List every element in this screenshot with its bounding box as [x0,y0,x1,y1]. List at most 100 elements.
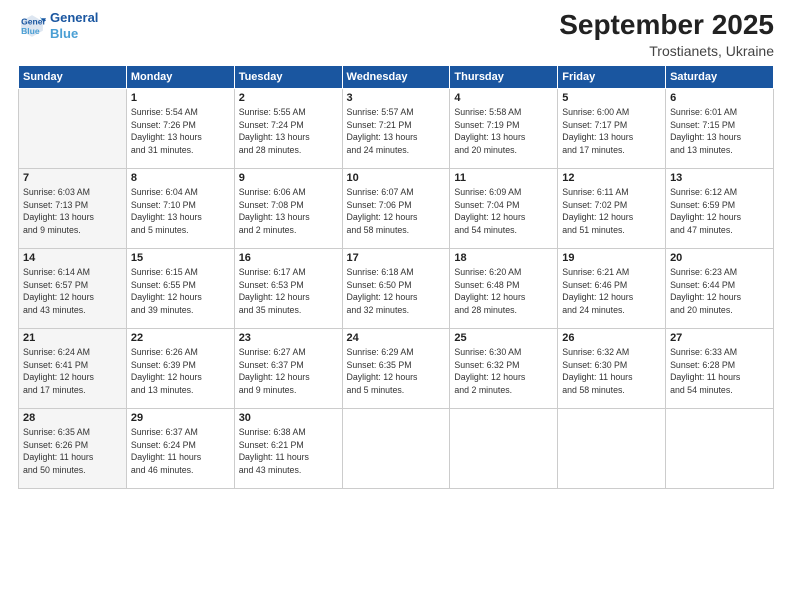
logo: General Blue General Blue [18,10,98,41]
calendar-day-cell: 29 Sunrise: 6:37 AM Sunset: 6:24 PM Dayli… [126,408,234,488]
day-number: 26 [562,332,661,344]
day-info: Sunrise: 6:18 AM Sunset: 6:50 PM Dayligh… [347,266,446,317]
day-number: 28 [23,412,122,424]
day-number: 20 [670,252,769,264]
calendar-day-cell: 5 Sunrise: 6:00 AM Sunset: 7:17 PM Daylig… [558,88,666,168]
calendar-day-cell: 21Sunrise: 6:24 AM Sunset: 6:41 PM Dayli… [19,328,127,408]
calendar-day-cell: 8 Sunrise: 6:04 AM Sunset: 7:10 PM Daylig… [126,168,234,248]
day-number: 6 [670,92,769,104]
day-number: 7 [23,172,122,184]
day-info: Sunrise: 6:07 AM Sunset: 7:06 PM Dayligh… [347,186,446,237]
calendar-header-cell: Sunday [19,65,127,88]
calendar-day-cell: 23 Sunrise: 6:27 AM Sunset: 6:37 PM Dayli… [234,328,342,408]
day-info: Sunrise: 6:23 AM Sunset: 6:44 PM Dayligh… [670,266,769,317]
calendar-header-cell: Tuesday [234,65,342,88]
day-info: Sunrise: 6:30 AM Sunset: 6:32 PM Dayligh… [454,346,553,397]
calendar-header-cell: Saturday [666,65,774,88]
day-info: Sunrise: 6:33 AM Sunset: 6:28 PM Dayligh… [670,346,769,397]
day-number: 24 [347,332,446,344]
day-info: Sunrise: 6:04 AM Sunset: 7:10 PM Dayligh… [131,186,230,237]
calendar-day-cell [342,408,450,488]
day-number: 11 [454,172,553,184]
calendar-day-cell: 19Sunrise: 6:21 AM Sunset: 6:46 PM Dayli… [558,248,666,328]
calendar-day-cell: 3 Sunrise: 5:57 AM Sunset: 7:21 PM Daylig… [342,88,450,168]
svg-text:General: General [21,16,46,26]
day-number: 17 [347,252,446,264]
day-info: Sunrise: 6:11 AM Sunset: 7:02 PM Dayligh… [562,186,661,237]
calendar-day-cell: 2Sunrise: 5:55 AM Sunset: 7:24 PM Daylig… [234,88,342,168]
calendar-day-cell: 6 Sunrise: 6:01 AM Sunset: 7:15 PM Daylig… [666,88,774,168]
day-info: Sunrise: 6:32 AM Sunset: 6:30 PM Dayligh… [562,346,661,397]
calendar-day-cell: 25 Sunrise: 6:30 AM Sunset: 6:32 PM Dayli… [450,328,558,408]
day-info: Sunrise: 6:27 AM Sunset: 6:37 PM Dayligh… [239,346,338,397]
day-info: Sunrise: 6:17 AM Sunset: 6:53 PM Dayligh… [239,266,338,317]
calendar-day-cell [450,408,558,488]
day-number: 4 [454,92,553,104]
calendar-day-cell: 7 Sunrise: 6:03 AM Sunset: 7:13 PM Daylig… [19,168,127,248]
day-info: Sunrise: 6:00 AM Sunset: 7:17 PM Dayligh… [562,106,661,157]
day-info: Sunrise: 5:58 AM Sunset: 7:19 PM Dayligh… [454,106,553,157]
logo-line2: Blue [50,26,98,42]
day-number: 1 [131,92,230,104]
calendar-day-cell: 24 Sunrise: 6:29 AM Sunset: 6:35 PM Dayli… [342,328,450,408]
day-number: 5 [562,92,661,104]
day-number: 23 [239,332,338,344]
calendar-header-cell: Thursday [450,65,558,88]
day-number: 8 [131,172,230,184]
day-info: Sunrise: 5:55 AM Sunset: 7:24 PM Dayligh… [239,106,338,157]
calendar-day-cell: 17 Sunrise: 6:18 AM Sunset: 6:50 PM Dayli… [342,248,450,328]
calendar-day-cell: 26 Sunrise: 6:32 AM Sunset: 6:30 PM Dayli… [558,328,666,408]
day-info: Sunrise: 6:14 AM Sunset: 6:57 PM Dayligh… [23,266,122,317]
calendar-header-row: SundayMondayTuesdayWednesdayThursdayFrid… [19,65,774,88]
calendar-day-cell: 4 Sunrise: 5:58 AM Sunset: 7:19 PM Daylig… [450,88,558,168]
calendar: SundayMondayTuesdayWednesdayThursdayFrid… [18,65,774,489]
svg-text:Blue: Blue [21,25,40,35]
calendar-day-cell: 28Sunrise: 6:35 AM Sunset: 6:26 PM Dayli… [19,408,127,488]
calendar-day-cell [19,88,127,168]
logo-line1: General [50,10,98,26]
day-info: Sunrise: 6:38 AM Sunset: 6:21 PM Dayligh… [239,426,338,477]
calendar-day-cell: 1Sunrise: 5:54 AM Sunset: 7:26 PM Daylig… [126,88,234,168]
calendar-day-cell [558,408,666,488]
calendar-day-cell: 10 Sunrise: 6:07 AM Sunset: 7:06 PM Dayli… [342,168,450,248]
day-number: 30 [239,412,338,424]
day-number: 18 [454,252,553,264]
day-info: Sunrise: 6:01 AM Sunset: 7:15 PM Dayligh… [670,106,769,157]
calendar-day-cell: 12 Sunrise: 6:11 AM Sunset: 7:02 PM Dayli… [558,168,666,248]
calendar-day-cell: 22Sunrise: 6:26 AM Sunset: 6:39 PM Dayli… [126,328,234,408]
day-number: 13 [670,172,769,184]
calendar-week-row: 28Sunrise: 6:35 AM Sunset: 6:26 PM Dayli… [19,408,774,488]
day-number: 14 [23,252,122,264]
day-number: 21 [23,332,122,344]
day-number: 9 [239,172,338,184]
day-number: 22 [131,332,230,344]
day-number: 16 [239,252,338,264]
calendar-day-cell: 18 Sunrise: 6:20 AM Sunset: 6:48 PM Dayli… [450,248,558,328]
calendar-day-cell: 30 Sunrise: 6:38 AM Sunset: 6:21 PM Dayli… [234,408,342,488]
calendar-week-row: 21Sunrise: 6:24 AM Sunset: 6:41 PM Dayli… [19,328,774,408]
day-number: 12 [562,172,661,184]
day-info: Sunrise: 6:06 AM Sunset: 7:08 PM Dayligh… [239,186,338,237]
day-number: 19 [562,252,661,264]
calendar-day-cell: 11Sunrise: 6:09 AM Sunset: 7:04 PM Dayli… [450,168,558,248]
logo-icon: General Blue [18,12,46,40]
title-block: September 2025 Trostianets, Ukraine [559,10,774,59]
calendar-header-cell: Monday [126,65,234,88]
month-title: September 2025 [559,10,774,41]
calendar-day-cell: 15Sunrise: 6:15 AM Sunset: 6:55 PM Dayli… [126,248,234,328]
day-info: Sunrise: 6:15 AM Sunset: 6:55 PM Dayligh… [131,266,230,317]
day-info: Sunrise: 5:57 AM Sunset: 7:21 PM Dayligh… [347,106,446,157]
day-number: 27 [670,332,769,344]
day-info: Sunrise: 6:29 AM Sunset: 6:35 PM Dayligh… [347,346,446,397]
day-info: Sunrise: 6:12 AM Sunset: 6:59 PM Dayligh… [670,186,769,237]
day-info: Sunrise: 6:37 AM Sunset: 6:24 PM Dayligh… [131,426,230,477]
day-number: 29 [131,412,230,424]
day-number: 3 [347,92,446,104]
day-info: Sunrise: 6:20 AM Sunset: 6:48 PM Dayligh… [454,266,553,317]
day-number: 25 [454,332,553,344]
day-number: 10 [347,172,446,184]
calendar-day-cell: 27 Sunrise: 6:33 AM Sunset: 6:28 PM Dayli… [666,328,774,408]
calendar-week-row: 1Sunrise: 5:54 AM Sunset: 7:26 PM Daylig… [19,88,774,168]
day-info: Sunrise: 6:03 AM Sunset: 7:13 PM Dayligh… [23,186,122,237]
calendar-day-cell: 14 Sunrise: 6:14 AM Sunset: 6:57 PM Dayli… [19,248,127,328]
